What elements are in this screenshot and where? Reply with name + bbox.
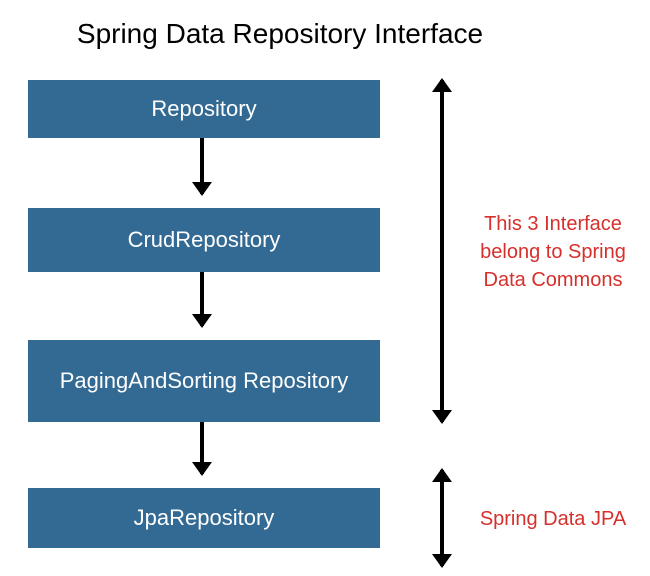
box-repository-label: Repository xyxy=(151,95,256,123)
bracket-arrow-icon xyxy=(440,80,444,422)
box-paging-repository: PagingAndSorting Repository xyxy=(28,340,380,422)
annotation-commons: This 3 Interface belong to Spring Data C… xyxy=(468,210,638,294)
box-repository: Repository xyxy=(28,80,380,138)
arrow-down-icon xyxy=(200,422,204,474)
diagram-title: Spring Data Repository Interface xyxy=(70,0,490,50)
arrow-down-icon xyxy=(200,272,204,326)
diagram-container: Spring Data Repository Interface Reposit… xyxy=(0,0,650,576)
bracket-arrow-icon xyxy=(440,470,444,566)
box-paging-label: PagingAndSorting Repository xyxy=(60,367,349,395)
arrow-down-icon xyxy=(200,138,204,194)
box-crud-repository: CrudRepository xyxy=(28,208,380,272)
box-jpa-repository: JpaRepository xyxy=(28,488,380,548)
annotation-jpa: Spring Data JPA xyxy=(468,505,638,533)
box-jpa-label: JpaRepository xyxy=(134,504,275,532)
box-crud-label: CrudRepository xyxy=(128,226,281,254)
